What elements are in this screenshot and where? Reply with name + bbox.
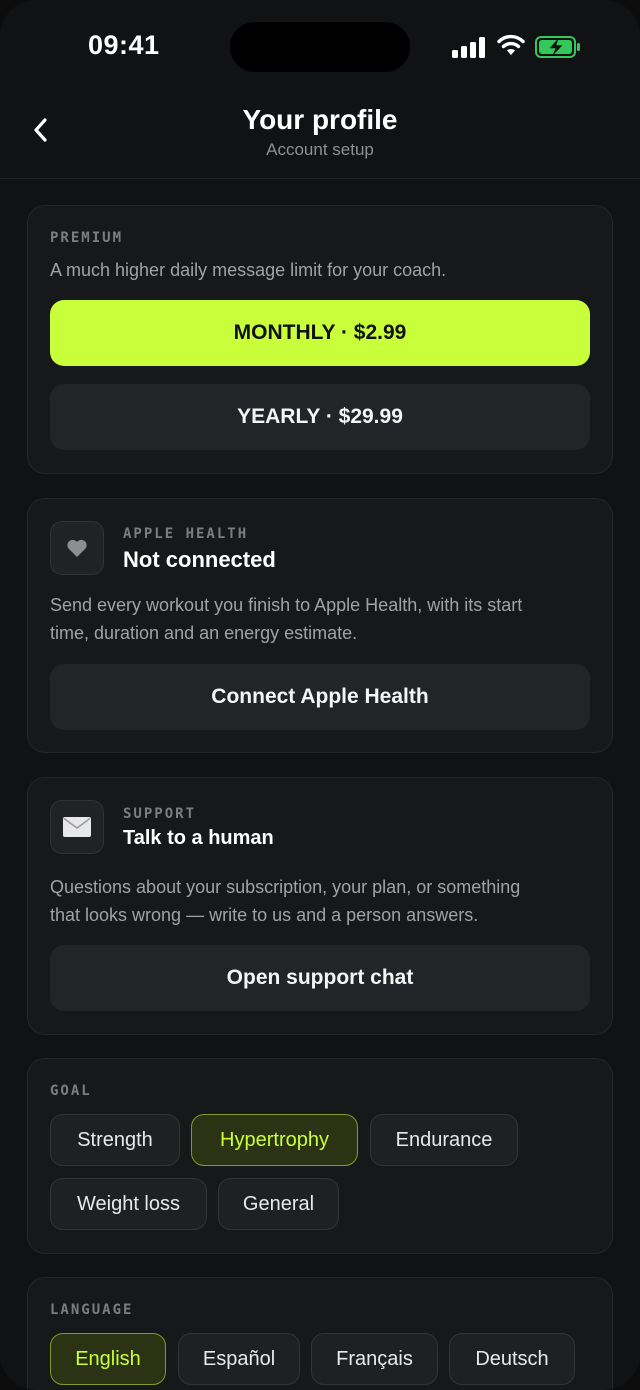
page-title: Your profile xyxy=(242,104,398,135)
goal-chip-endurance[interactable]: Endurance xyxy=(370,1114,518,1166)
apple-health-eyebrow: APPLE HEALTH xyxy=(123,526,249,542)
language-chip-espanol[interactable]: Español xyxy=(178,1333,300,1385)
goal-chip-weight-loss[interactable]: Weight loss xyxy=(50,1178,207,1230)
status-bar: 09:41 xyxy=(0,0,640,96)
apple-health-status: Not connected xyxy=(123,547,276,572)
support-eyebrow: SUPPORT xyxy=(123,806,197,822)
goal-chip-general[interactable]: General xyxy=(218,1178,339,1230)
envelope-icon xyxy=(63,817,91,837)
monthly-plan-button[interactable]: MONTHLY · $2.99 xyxy=(50,300,590,366)
support-card: SUPPORT Talk to a human Questions about … xyxy=(27,777,613,1035)
dynamic-island xyxy=(230,22,410,72)
apple-health-card: APPLE HEALTH Not connected Send every wo… xyxy=(27,498,613,753)
goal-chip-strength[interactable]: Strength xyxy=(50,1114,180,1166)
language-chip-english[interactable]: English xyxy=(50,1333,166,1385)
cellular-signal-icon xyxy=(452,36,488,58)
heart-icon xyxy=(67,539,87,557)
battery-charging-icon xyxy=(535,36,580,58)
wifi-icon xyxy=(497,34,525,55)
apple-health-description-line2: time, duration and an energy estimate. xyxy=(50,623,358,643)
goal-card: GOAL Strength Hypertrophy Endurance Weig… xyxy=(27,1058,613,1254)
language-card: LANGUAGE English Español Français Deutsc… xyxy=(27,1277,613,1390)
goal-chip-hypertrophy[interactable]: Hypertrophy xyxy=(191,1114,358,1166)
language-chip-deutsch[interactable]: Deutsch xyxy=(449,1333,575,1385)
phone-screen: 09:41 Your profile Account setup PREMIUM… xyxy=(0,0,640,1390)
status-time: 09:41 xyxy=(88,30,160,60)
premium-card: PREMIUM A much higher daily message limi… xyxy=(27,205,613,474)
support-title: Talk to a human xyxy=(123,827,274,849)
nav-header: Your profile Account setup xyxy=(0,96,640,179)
connect-apple-health-button[interactable]: Connect Apple Health xyxy=(50,664,590,730)
yearly-plan-button[interactable]: YEARLY · $29.99 xyxy=(50,384,590,450)
language-chip-francais[interactable]: Français xyxy=(311,1333,438,1385)
support-description-line2: that looks wrong — write to us and a per… xyxy=(50,905,479,925)
apple-health-description-line1: Send every workout you finish to Apple H… xyxy=(50,595,523,615)
open-support-chat-button[interactable]: Open support chat xyxy=(50,945,590,1011)
goal-eyebrow: GOAL xyxy=(50,1083,92,1099)
support-icon-box xyxy=(50,800,104,854)
support-description-line1: Questions about your subscription, your … xyxy=(50,877,521,897)
premium-description: A much higher daily message limit for yo… xyxy=(50,260,447,280)
language-eyebrow: LANGUAGE xyxy=(50,1302,134,1318)
apple-health-icon-box xyxy=(50,521,104,575)
page-subtitle: Account setup xyxy=(266,140,374,159)
premium-eyebrow: PREMIUM xyxy=(50,230,124,246)
